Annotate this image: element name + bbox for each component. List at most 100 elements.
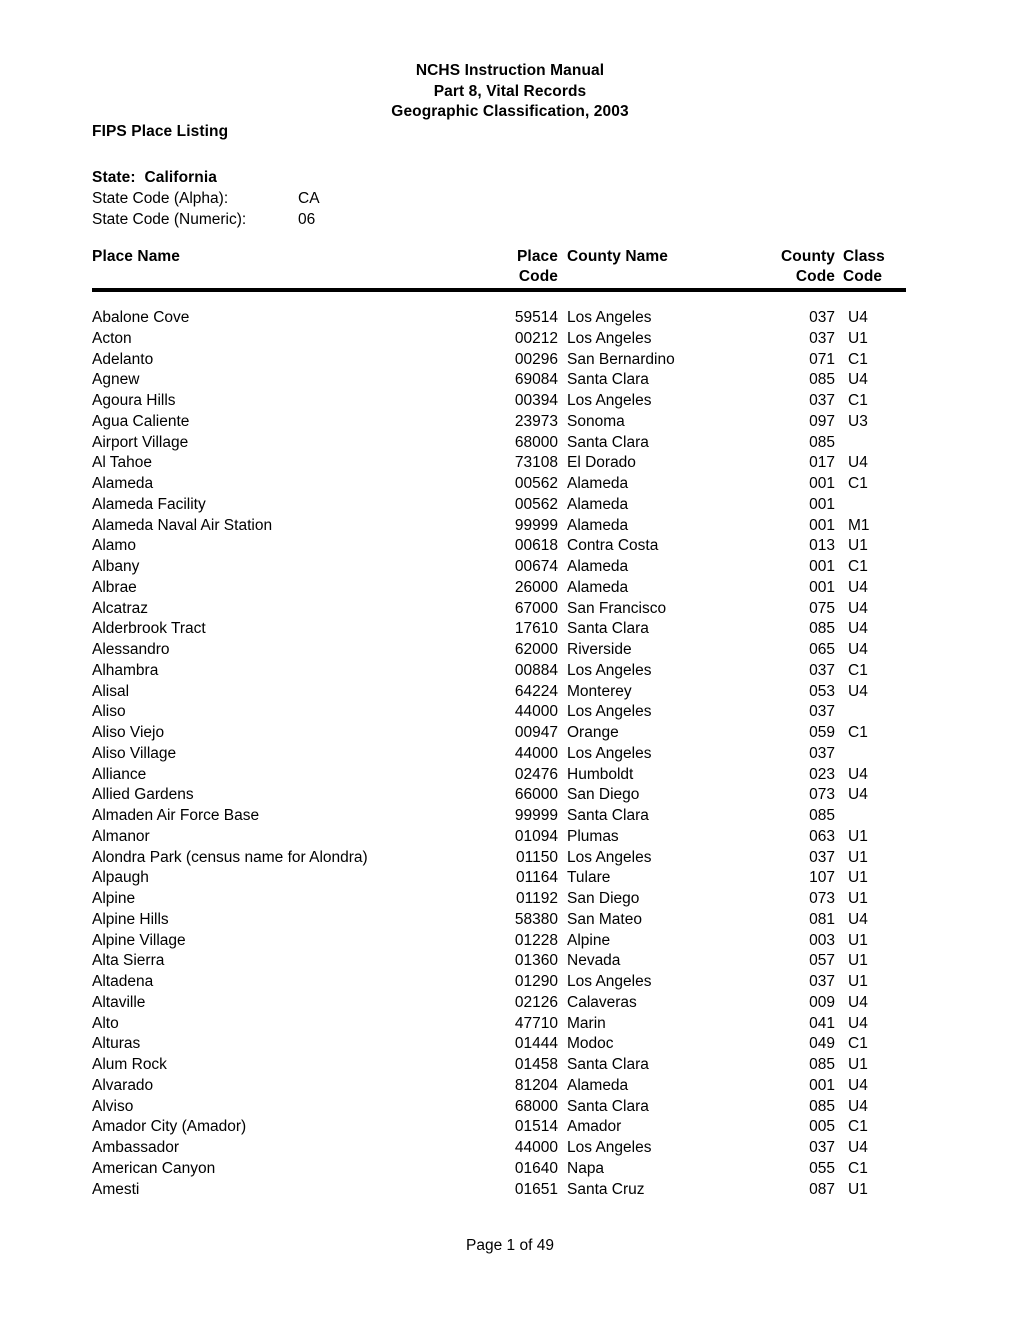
cell-county-name: Los Angeles xyxy=(567,973,652,990)
cell-place-name: Albany xyxy=(92,558,140,575)
cell-class-code: C1 xyxy=(848,1159,868,1177)
cell-place-code: 01164 xyxy=(516,869,558,887)
cell-class-code: U4 xyxy=(848,454,868,472)
cell-place-code: 01150 xyxy=(516,848,558,866)
cell-place-code: 02126 xyxy=(514,993,558,1011)
state-code-alpha-label: State Code (Alpha): xyxy=(92,190,229,207)
table-row: Alderbrook Tract 17610 Santa Clara 085 U4 xyxy=(92,619,906,640)
cell-place-name: Alameda xyxy=(92,475,154,492)
cell-place-name: Albrae xyxy=(92,578,137,596)
cell-place-name: Agoura Hills xyxy=(92,392,176,409)
cell-place-name: Altadena xyxy=(92,973,154,990)
cell-place-code: 17610 xyxy=(514,620,558,638)
cell-place-name: Alvarado xyxy=(92,1076,154,1094)
table-row: Alviso 68000 Santa Clara 085 U4 xyxy=(92,1097,906,1118)
table-row: Aliso 44000 Los Angeles 037 xyxy=(92,702,906,723)
cell-place-code: 67000 xyxy=(514,599,558,617)
cell-county-code: 037 xyxy=(809,848,835,866)
cell-county-code: 009 xyxy=(809,993,835,1011)
cell-class-code: U4 xyxy=(848,682,868,700)
table-row: Alondra Park (census name for Alondra) 01… xyxy=(92,848,906,869)
header-divider-rule xyxy=(92,288,906,292)
page-footer: Page 1 of 49 xyxy=(466,1237,554,1254)
table-row: Alta Sierra 01360 Nevada 057 U1 xyxy=(92,951,906,972)
table-row: Almanor 01094 Plumas 063 U1 xyxy=(92,827,906,848)
cell-place-code: 47710 xyxy=(514,1014,558,1032)
cell-county-name: Alameda xyxy=(567,558,629,575)
cell-county-code: 005 xyxy=(809,1118,835,1136)
cell-place-code: 58380 xyxy=(514,910,558,928)
cell-county-code: 075 xyxy=(809,599,835,617)
column-header-class-code-line2: Code xyxy=(843,268,883,285)
table-row: Altaville 02126 Calaveras 009 U4 xyxy=(92,993,906,1014)
cell-county-name: Los Angeles xyxy=(567,848,652,866)
cell-place-code: 01360 xyxy=(514,952,558,970)
cell-county-name: San Mateo xyxy=(567,910,642,928)
cell-county-name: El Dorado xyxy=(567,454,636,472)
cell-county-name: Plumas xyxy=(567,827,619,845)
cell-county-code: 107 xyxy=(809,869,835,887)
table-row: Agoura Hills 00394 Los Angeles 037 C1 xyxy=(92,391,906,412)
cell-place-code: 01094 xyxy=(514,827,558,845)
table-row: Alum Rock 01458 Santa Clara 085 U1 xyxy=(92,1055,906,1076)
table-row: Adelanto 00296 San Bernardino 071 C1 xyxy=(92,350,906,371)
cell-class-code: U4 xyxy=(848,641,868,658)
cell-place-code: 44000 xyxy=(514,1139,558,1156)
cell-class-code: U4 xyxy=(848,765,868,783)
column-header-county-code-line1: County xyxy=(781,248,835,265)
cell-class-code: U1 xyxy=(848,931,868,949)
table-row: Aliso Village 44000 Los Angeles 037 xyxy=(92,744,906,765)
cell-place-code: 00618 xyxy=(514,537,558,555)
cell-place-code: 01228 xyxy=(514,931,558,949)
cell-class-code: C1 xyxy=(848,475,868,492)
title-line-2: Part 8, Vital Records xyxy=(433,82,587,100)
table-row: Albany 00674 Alameda 001 C1 xyxy=(92,557,906,578)
cell-place-name: Amador City (Amador) xyxy=(92,1118,247,1136)
table-row: Agua Caliente 23973 Sonoma 097 U3 xyxy=(92,412,906,433)
state-name: State: California xyxy=(92,169,217,186)
cell-county-name: San Francisco xyxy=(567,599,667,617)
state-info-block: State: California State Code (Alpha): CA … xyxy=(92,167,320,230)
cell-class-code: U1 xyxy=(848,973,868,990)
table-row: Altadena 01290 Los Angeles 037 U1 xyxy=(92,972,906,993)
cell-place-code: 01290 xyxy=(514,973,558,990)
cell-county-code: 037 xyxy=(809,309,835,326)
cell-place-name: Agua Caliente xyxy=(92,412,190,430)
cell-county-name: Riverside xyxy=(567,641,632,658)
cell-place-name: Allied Gardens xyxy=(92,786,194,804)
cell-county-name: Los Angeles xyxy=(567,744,652,762)
cell-class-code: U4 xyxy=(848,1076,868,1094)
cell-county-name: Santa Clara xyxy=(567,807,649,824)
cell-place-name: Almaden Air Force Base xyxy=(92,807,260,824)
cell-class-code: U4 xyxy=(848,578,868,596)
cell-county-name: Los Angeles xyxy=(567,1139,652,1156)
cell-place-name: Alondra Park (census name for Alondra) xyxy=(92,848,368,866)
cell-county-code: 001 xyxy=(809,578,835,596)
cell-place-code: 00394 xyxy=(514,392,558,409)
cell-place-name: Alpaugh xyxy=(92,869,149,887)
cell-class-code: U1 xyxy=(848,890,868,907)
cell-place-name: Alisal xyxy=(92,682,130,700)
table-row: Alamo 00618 Contra Costa 013 U1 xyxy=(92,536,906,557)
cell-county-code: 003 xyxy=(809,931,835,949)
cell-county-code: 065 xyxy=(809,641,835,658)
cell-place-code: 00884 xyxy=(514,661,558,679)
cell-county-name: Sonoma xyxy=(567,412,625,430)
cell-place-name: Alamo xyxy=(92,537,136,555)
column-header-county-code: County Code xyxy=(742,247,835,287)
cell-class-code: C1 xyxy=(848,1035,868,1053)
cell-county-code: 041 xyxy=(809,1014,835,1032)
table-row: Alameda 00562 Alameda 001 C1 xyxy=(92,474,906,495)
cell-county-code: 037 xyxy=(809,973,835,990)
cell-county-name: San Bernardino xyxy=(567,350,675,368)
cell-place-name: Alderbrook Tract xyxy=(92,620,206,638)
listing-label: FIPS Place Listing xyxy=(92,123,229,140)
cell-county-name: Alameda xyxy=(567,1076,629,1094)
cell-place-name: Alcatraz xyxy=(92,599,148,617)
cell-county-name: Santa Clara xyxy=(567,1097,649,1115)
cell-place-code: 81204 xyxy=(514,1076,558,1094)
cell-class-code: U4 xyxy=(848,1014,868,1032)
cell-place-name: Alhambra xyxy=(92,661,159,679)
cell-place-code: 99999 xyxy=(514,807,558,824)
cell-county-code: 057 xyxy=(809,952,835,970)
